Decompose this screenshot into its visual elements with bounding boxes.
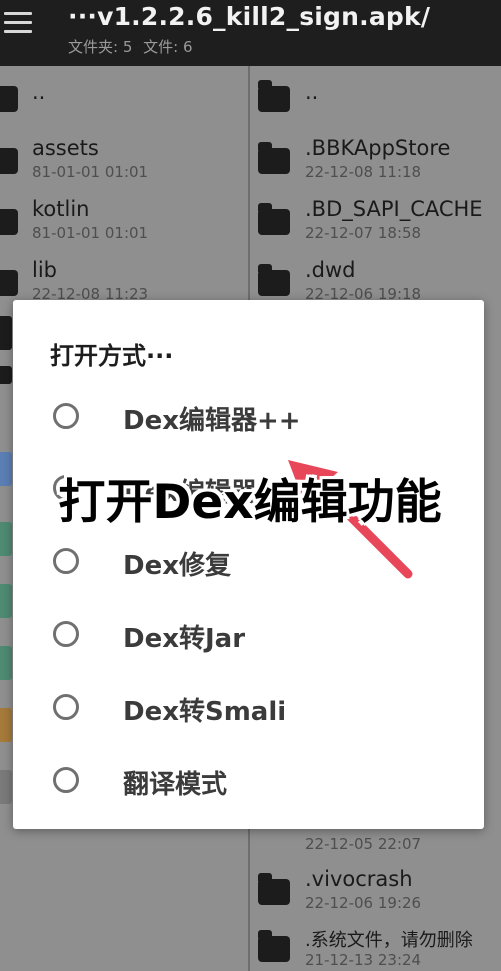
radio-button[interactable] [53, 403, 79, 429]
file-count: 文件: 6 [143, 38, 193, 56]
folder-icon [0, 209, 18, 235]
file-type-icon [0, 770, 12, 804]
folder-icon [258, 264, 290, 296]
file-date: 22-12-07 18:58 [305, 224, 422, 242]
option-translate-mode[interactable]: 翻译模式 [13, 752, 484, 812]
folder-icon [0, 366, 12, 384]
folder-icon [258, 203, 290, 235]
file-row-system-files[interactable]: .系统文件，请勿删除 21-12-13 23:24 [250, 920, 501, 971]
dialog-title: 打开方式··· [50, 342, 174, 370]
file-name: .dwd [305, 258, 356, 282]
file-name: assets [32, 136, 99, 160]
file-type-icon [0, 646, 12, 680]
file-name: lib [32, 258, 57, 282]
file-name: .BD_SAPI_CACHE [305, 197, 483, 221]
file-date: 22-12-08 11:18 [305, 163, 422, 181]
folder-icon [258, 80, 290, 112]
file-row-bd-sapi-cache[interactable]: .BD_SAPI_CACHE 22-12-07 18:58 [250, 193, 501, 253]
annotation-caption: 打开Dex编辑功能 [58, 475, 442, 530]
folder-count: 文件夹: 5 [68, 38, 133, 56]
option-label: 翻译模式 [123, 770, 228, 800]
folder-icon [0, 86, 18, 112]
radio-button[interactable] [53, 767, 79, 793]
file-type-icon [0, 584, 12, 618]
option-label: Dex转Smali [123, 697, 287, 727]
file-name: kotlin [32, 197, 90, 221]
option-dex-to-smali[interactable]: Dex转Smali [13, 679, 484, 739]
folder-icon [258, 142, 290, 174]
option-label: Dex转Jar [123, 624, 246, 654]
radio-button[interactable] [53, 694, 79, 720]
file-row-parent[interactable]: .. [0, 70, 248, 130]
file-name: .. [32, 80, 46, 104]
file-date: 81-01-01 01:01 [32, 224, 149, 242]
file-date: 22-12-05 22:07 [305, 835, 422, 853]
folder-icon [258, 930, 290, 962]
radio-button[interactable] [53, 548, 79, 574]
option-label: Dex编辑器++ [123, 406, 301, 436]
file-name: .vivocrash [305, 867, 413, 891]
option-label: Dex修复 [123, 551, 231, 581]
file-type-icon [0, 452, 12, 486]
option-dex-to-jar[interactable]: Dex转Jar [13, 606, 484, 666]
file-row-vivocrash[interactable]: .vivocrash 22-12-06 19:26 [250, 863, 501, 923]
file-row-assets[interactable]: assets 81-01-01 01:01 [0, 132, 248, 192]
item-counts: 文件夹: 5 文件: 6 [68, 36, 199, 57]
file-name: .BBKAppStore [305, 136, 451, 160]
file-row-parent[interactable]: .. [250, 70, 501, 130]
file-row-kotlin[interactable]: kotlin 81-01-01 01:01 [0, 193, 248, 253]
folder-icon [0, 270, 18, 296]
folder-icon [0, 316, 12, 350]
folder-icon [0, 148, 18, 174]
file-row-bbkappstore[interactable]: .BBKAppStore 22-12-08 11:18 [250, 132, 501, 192]
app-bar: ···v1.2.2.6_kill2_sign.apk/ 文件夹: 5 文件: 6 [0, 0, 501, 66]
file-type-icon [0, 708, 12, 742]
file-date: 22-12-06 19:26 [305, 894, 422, 912]
radio-button[interactable] [53, 621, 79, 647]
path-title: ···v1.2.2.6_kill2_sign.apk/ [68, 2, 431, 31]
file-name: .系统文件，请勿删除 [305, 930, 473, 951]
file-date: 21-12-13 23:24 [305, 951, 422, 969]
file-name: .. [305, 80, 319, 104]
file-type-icon [0, 522, 12, 556]
folder-icon [258, 873, 290, 905]
hamburger-menu-icon[interactable] [4, 12, 32, 34]
file-date: 81-01-01 01:01 [32, 163, 149, 181]
option-dex-editor-plus[interactable]: Dex编辑器++ [13, 388, 484, 448]
